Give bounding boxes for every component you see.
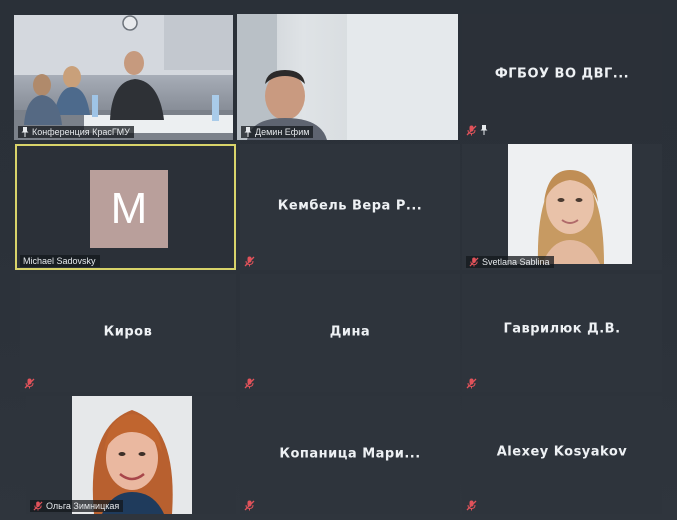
- video-tile-conference[interactable]: Конференция КрасГМУ: [14, 15, 233, 140]
- participant-photo: [72, 396, 192, 514]
- participant-photo: [508, 144, 632, 264]
- woman-portrait-image: [72, 396, 192, 514]
- participant-label: Конференция КрасГМУ: [18, 126, 134, 138]
- muted-mic-icon: [244, 256, 255, 267]
- participant-name: Дина: [329, 324, 371, 340]
- muted-mic-icon: [466, 378, 477, 389]
- participant-name: Копаница Мари...: [279, 446, 421, 462]
- muted-mic-icon: [466, 500, 477, 511]
- video-tile-dina[interactable]: Дина: [240, 274, 460, 392]
- video-tile-kosyakov[interactable]: Alexey Kosyakov: [462, 396, 662, 514]
- participant-name: Гаврилюк Д.В.: [503, 321, 621, 337]
- muted-mic-icon: [244, 378, 255, 389]
- participant-label: Michael Sadovsky: [20, 255, 100, 267]
- video-gallery: Конференция КрасГМУ Демин Ефим ФГБОУ ВО …: [0, 0, 677, 520]
- video-tile-demin[interactable]: Демин Ефим: [237, 14, 458, 140]
- video-tile-olga[interactable]: Ольга Зимницкая: [26, 396, 236, 514]
- participant-label: Демин Ефим: [241, 126, 314, 138]
- pin-icon: [244, 127, 252, 137]
- woman-portrait-image: [508, 144, 632, 264]
- video-tile-kembel[interactable]: Кембель Вера Р...: [240, 144, 460, 270]
- muted-mic-icon: [244, 500, 255, 511]
- muted-mic-icon: [33, 501, 43, 511]
- pin-icon: [480, 125, 488, 135]
- avatar: M: [90, 170, 168, 248]
- participant-video: [237, 14, 458, 140]
- video-tile-sablina[interactable]: Svetlana Sablina: [462, 144, 662, 270]
- muted-mic-icon: [466, 125, 477, 136]
- participant-label: Svetlana Sablina: [466, 256, 554, 268]
- participant-name: ФГБОУ ВО ДВГ...: [494, 66, 630, 82]
- video-tile-gavrilyuk[interactable]: Гаврилюк Д.В.: [462, 274, 662, 392]
- video-tile-fgbou[interactable]: ФГБОУ ВО ДВГ...: [462, 14, 662, 140]
- pin-icon: [21, 127, 29, 137]
- muted-mic-icon: [24, 378, 35, 389]
- participant-name: Кембель Вера Р...: [277, 198, 423, 214]
- video-tile-kopanitsa[interactable]: Копаница Мари...: [240, 396, 460, 514]
- status-icons: [466, 125, 488, 136]
- muted-mic-icon: [469, 257, 479, 267]
- video-tile-kirov[interactable]: Киров: [20, 274, 236, 392]
- participant-name: Alexey Kosyakov: [496, 444, 628, 460]
- participant-name: Киров: [103, 324, 153, 340]
- video-tile-michael[interactable]: M Michael Sadovsky: [15, 144, 236, 270]
- conference-room-video: [14, 15, 233, 140]
- participant-label: Ольга Зимницкая: [30, 500, 124, 512]
